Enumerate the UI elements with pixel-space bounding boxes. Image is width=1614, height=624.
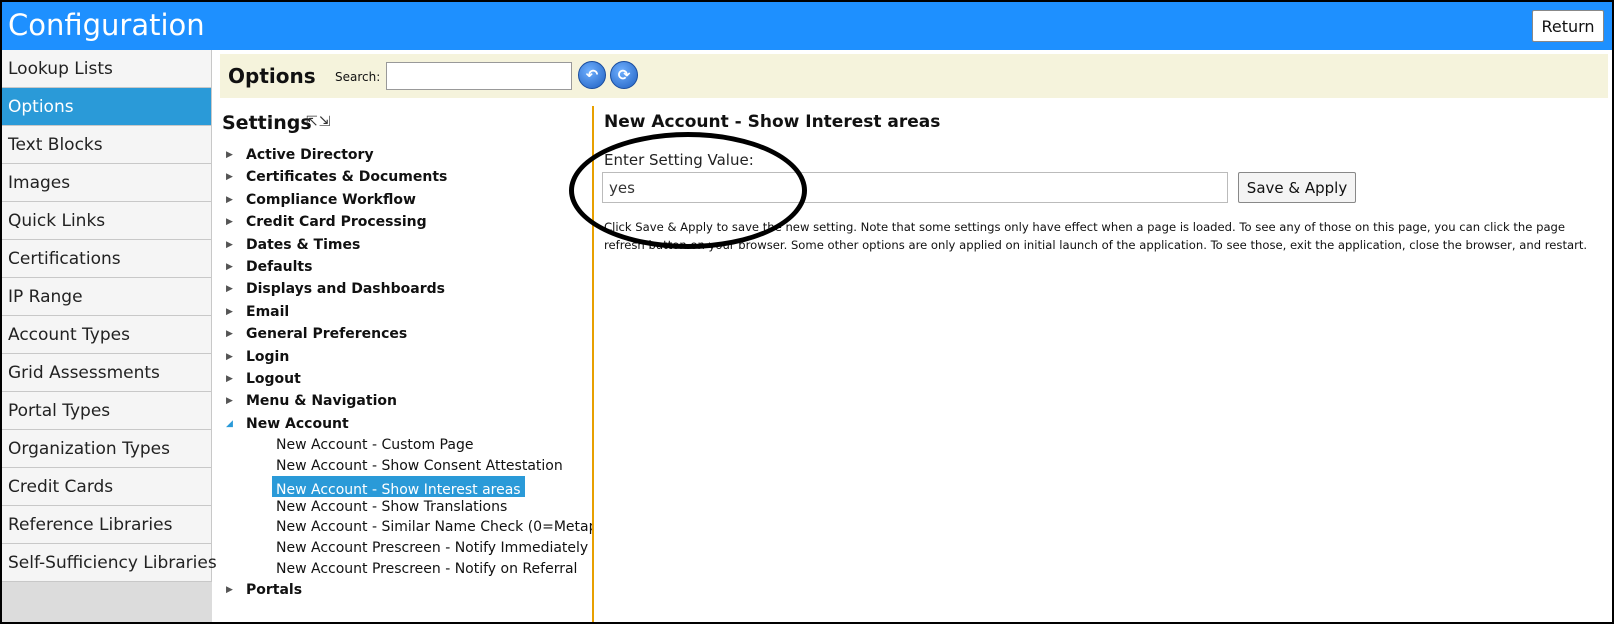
caret-right-icon: ▶ bbox=[226, 306, 233, 317]
tree-node-new-account[interactable]: ◢ New Account bbox=[220, 413, 592, 435]
tree-node-certificates-documents[interactable]: ▶ Certificates & Documents bbox=[220, 166, 592, 188]
tree-leaf-show-consent-attestation[interactable]: New Account - Show Consent Attestation bbox=[220, 456, 592, 477]
tree-node-logout[interactable]: ▶ Logout bbox=[220, 368, 592, 390]
sidebar: Lookup Lists Options Text Blocks Images … bbox=[2, 50, 217, 622]
settings-tree: ▶ Active Directory ▶ Certificates & Docume… bbox=[220, 144, 592, 602]
tree-node-login[interactable]: ▶ Login bbox=[220, 346, 592, 368]
sidebar-item-account-types[interactable]: Account Types bbox=[2, 316, 212, 354]
return-button[interactable]: Return bbox=[1532, 10, 1604, 42]
caret-right-icon: ▶ bbox=[226, 585, 233, 596]
caret-right-icon: ▶ bbox=[226, 373, 233, 384]
tree-node-email[interactable]: ▶ Email bbox=[220, 301, 592, 323]
app-frame: Configuration Return Lookup Lists Option… bbox=[0, 0, 1614, 624]
settings-tree-pane: Settings ⇱⇲ ▶ Active Directory ▶ Certifica… bbox=[220, 106, 594, 622]
setting-title: New Account - Show Interest areas bbox=[604, 112, 941, 132]
caret-right-icon: ▶ bbox=[226, 239, 233, 250]
sidebar-item-text-blocks[interactable]: Text Blocks bbox=[2, 126, 212, 164]
tree-leaf-show-interest-areas[interactable]: New Account - Show Interest areas bbox=[220, 476, 592, 497]
tree-node-general-preferences[interactable]: ▶ General Preferences bbox=[220, 323, 592, 345]
refresh-icon[interactable]: ⟳ bbox=[610, 61, 638, 89]
caret-right-icon: ▶ bbox=[226, 396, 233, 407]
tree-node-portals[interactable]: ▶ Portals bbox=[220, 579, 592, 601]
tree-node-compliance-workflow[interactable]: ▶ Compliance Workflow bbox=[220, 189, 592, 211]
sidebar-item-quick-links[interactable]: Quick Links bbox=[2, 202, 212, 240]
back-arrow-icon[interactable]: ↶ bbox=[578, 61, 606, 89]
settings-title: Settings bbox=[222, 112, 312, 134]
sidebar-item-credit-cards[interactable]: Credit Cards bbox=[2, 468, 212, 506]
header-bar: Configuration Return bbox=[2, 2, 1612, 50]
sidebar-item-images[interactable]: Images bbox=[2, 164, 212, 202]
tree-leaf-similar-name-check[interactable]: New Account - Similar Name Check (0=Meta… bbox=[220, 517, 592, 538]
sidebar-item-ip-range[interactable]: IP Range bbox=[2, 278, 212, 316]
app-title: Configuration bbox=[8, 8, 205, 42]
tree-leaf-show-translations[interactable]: New Account - Show Translations bbox=[220, 497, 592, 518]
caret-right-icon: ▶ bbox=[226, 284, 233, 295]
caret-right-icon: ▶ bbox=[226, 194, 233, 205]
tree-node-credit-card-processing[interactable]: ▶ Credit Card Processing bbox=[220, 211, 592, 233]
sidebar-item-grid-assessments[interactable]: Grid Assessments bbox=[2, 354, 212, 392]
sidebar-item-organization-types[interactable]: Organization Types bbox=[2, 430, 212, 468]
sidebar-item-lookup-lists[interactable]: Lookup Lists bbox=[2, 50, 212, 88]
caret-right-icon: ▶ bbox=[226, 351, 233, 362]
sidebar-item-self-sufficiency-libraries[interactable]: Self-Sufficiency Libraries bbox=[2, 544, 217, 582]
sidebar-item-reference-libraries[interactable]: Reference Libraries bbox=[2, 506, 212, 544]
sidebar-item-options[interactable]: Options bbox=[2, 88, 212, 126]
expand-collapse-icon[interactable]: ⇱⇲ bbox=[306, 114, 331, 130]
caret-right-icon: ▶ bbox=[226, 329, 233, 340]
search-input[interactable] bbox=[386, 62, 572, 90]
annotation-circle bbox=[569, 132, 807, 249]
caret-down-icon: ◢ bbox=[226, 418, 233, 429]
save-apply-button[interactable]: Save & Apply bbox=[1238, 172, 1356, 203]
sidebar-item-portal-types[interactable]: Portal Types bbox=[2, 392, 212, 430]
tree-node-active-directory[interactable]: ▶ Active Directory bbox=[220, 144, 592, 166]
search-label: Search: bbox=[335, 70, 381, 84]
caret-right-icon: ▶ bbox=[226, 217, 233, 228]
page-title: Options bbox=[228, 64, 316, 88]
caret-right-icon: ▶ bbox=[226, 261, 233, 272]
caret-right-icon: ▶ bbox=[226, 150, 233, 160]
tree-node-dates-times[interactable]: ▶ Dates & Times bbox=[220, 234, 592, 256]
tree-leaf-prescreen-notify-immediately[interactable]: New Account Prescreen - Notify Immediate… bbox=[220, 538, 592, 559]
tree-leaf-custom-page[interactable]: New Account - Custom Page bbox=[220, 435, 592, 456]
options-toolbar: Options Search: ↶ ⟳ bbox=[220, 54, 1608, 98]
tree-node-defaults[interactable]: ▶ Defaults bbox=[220, 256, 592, 278]
tree-node-menu-navigation[interactable]: ▶ Menu & Navigation bbox=[220, 390, 592, 412]
caret-right-icon: ▶ bbox=[226, 172, 233, 183]
tree-leaf-prescreen-notify-referral[interactable]: New Account Prescreen - Notify on Referr… bbox=[220, 559, 592, 580]
sidebar-item-certifications[interactable]: Certifications bbox=[2, 240, 212, 278]
tree-node-displays-dashboards[interactable]: ▶ Displays and Dashboards bbox=[220, 278, 592, 300]
